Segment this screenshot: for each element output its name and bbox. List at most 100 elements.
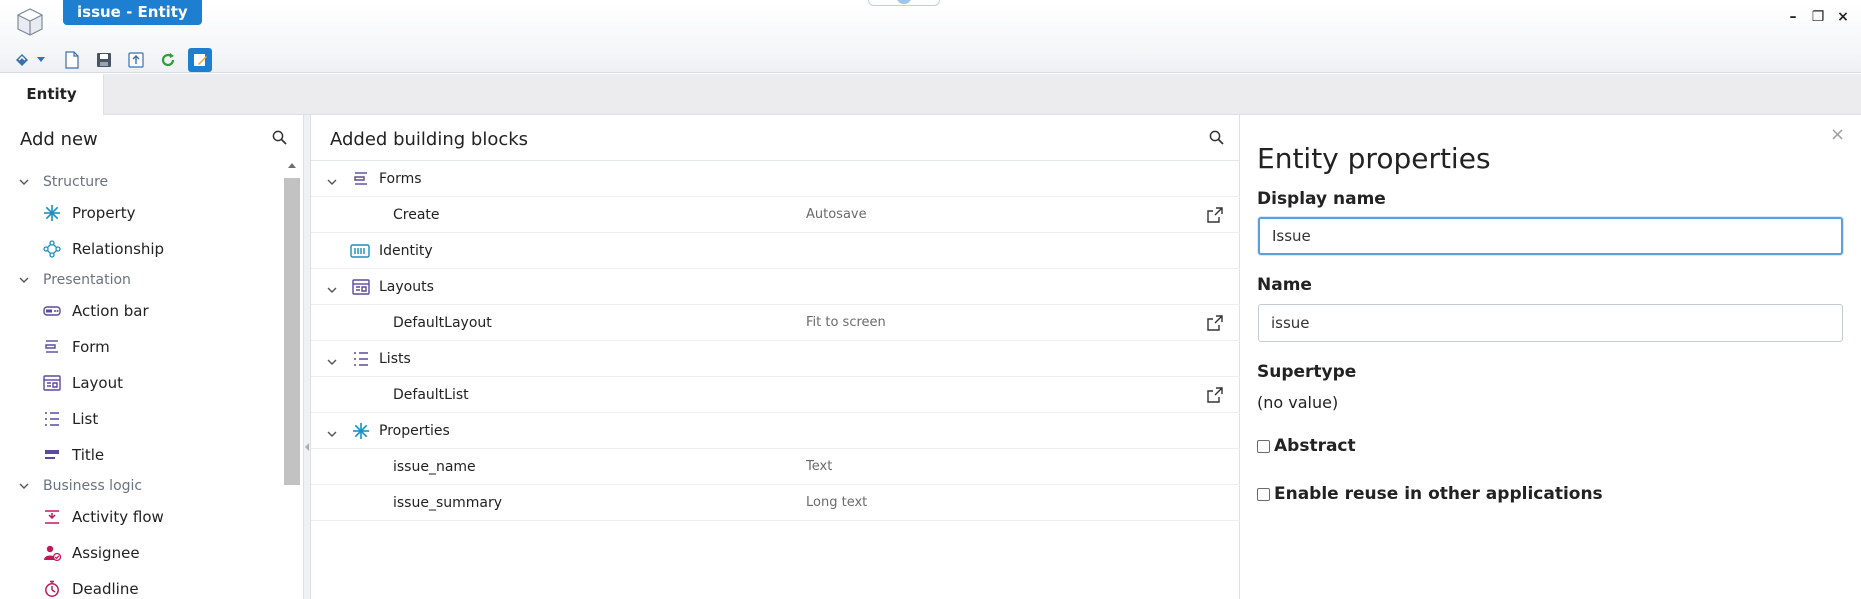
table-row[interactable]: issue_summary Long text xyxy=(311,485,1240,521)
row-label: Properties xyxy=(379,422,450,439)
group-structure[interactable]: Structure xyxy=(0,169,280,195)
add-title-item[interactable]: Title xyxy=(0,437,280,473)
minimize-button[interactable]: – xyxy=(1784,8,1802,26)
chevron-down-icon xyxy=(19,179,31,185)
group-label: Business logic xyxy=(43,478,143,494)
add-layout-item[interactable]: Layout xyxy=(0,365,280,401)
row-label: DefaultLayout xyxy=(393,314,492,331)
open-external-icon[interactable] xyxy=(1207,315,1223,331)
add-property-item[interactable]: Property xyxy=(0,195,280,231)
item-label: Activity flow xyxy=(72,508,164,526)
display-name-field[interactable] xyxy=(1258,217,1843,255)
close-window-button[interactable]: × xyxy=(1834,8,1852,26)
title-icon xyxy=(42,445,62,465)
supertype-value[interactable]: (no value) xyxy=(1257,393,1338,412)
scroll-up-icon[interactable] xyxy=(288,163,296,168)
abstract-checkbox[interactable]: Abstract xyxy=(1257,436,1356,456)
building-blocks-title: Added building blocks xyxy=(330,129,529,150)
assignee-icon xyxy=(42,543,62,563)
enable-reuse-checkbox[interactable]: Enable reuse in other applications xyxy=(1257,484,1603,504)
restore-button[interactable]: ❐ xyxy=(1809,8,1827,26)
table-row[interactable]: Forms xyxy=(311,161,1240,197)
name-field[interactable] xyxy=(1258,304,1843,342)
chevron-down-icon[interactable] xyxy=(327,173,339,189)
item-label: Layout xyxy=(72,374,123,392)
checkbox[interactable] xyxy=(1257,439,1270,453)
search-icon[interactable] xyxy=(1209,130,1224,149)
property-icon xyxy=(42,203,62,223)
table-row[interactable]: DefaultLayout Fit to screen xyxy=(311,305,1240,341)
row-value: Fit to screen xyxy=(806,315,886,330)
row-value: Text xyxy=(806,459,833,474)
group-presentation[interactable]: Presentation xyxy=(0,267,280,293)
dropdown-icon[interactable] xyxy=(36,48,46,72)
close-icon[interactable]: × xyxy=(1830,124,1845,145)
add-new-list: Structure Property Relationship Presenta… xyxy=(0,169,280,599)
open-external-icon[interactable] xyxy=(1207,387,1223,403)
row-label: issue_summary xyxy=(393,494,503,511)
group-label: Structure xyxy=(43,174,109,190)
group-business-logic[interactable]: Business logic xyxy=(0,473,280,499)
checkbox-label: Abstract xyxy=(1274,436,1356,456)
form-icon xyxy=(42,337,62,357)
scrollbar-thumb[interactable] xyxy=(284,178,300,485)
item-label: Title xyxy=(72,446,105,464)
table-row[interactable]: Lists xyxy=(311,341,1240,377)
relationship-icon xyxy=(42,239,62,259)
item-label: Deadline xyxy=(72,580,139,598)
checkbox[interactable] xyxy=(1257,487,1270,501)
chevron-down-icon[interactable] xyxy=(327,353,339,369)
row-label: Layouts xyxy=(379,278,434,295)
row-label: issue_name xyxy=(393,458,476,475)
toolbar xyxy=(10,47,220,73)
layout-icon xyxy=(351,277,371,297)
new-document-icon[interactable] xyxy=(60,48,84,72)
tab-strip: Entity xyxy=(0,74,1861,116)
add-relationship-item[interactable]: Relationship xyxy=(0,231,280,267)
save-icon[interactable] xyxy=(92,48,116,72)
add-list-item[interactable]: List xyxy=(0,401,280,437)
table-row[interactable]: Properties xyxy=(311,413,1240,449)
tab-entity[interactable]: Entity xyxy=(0,74,104,116)
table-row[interactable]: DefaultList xyxy=(311,377,1240,413)
supertype-label: Supertype xyxy=(1257,362,1357,382)
property-icon xyxy=(351,421,371,441)
building-blocks-panel: Added building blocks Forms Create Autos… xyxy=(311,115,1240,599)
title-bar: issue - Entity – ❐ × xyxy=(0,0,1861,73)
open-external-icon[interactable] xyxy=(1207,207,1223,223)
chevron-down-icon xyxy=(19,277,31,283)
drag-handle[interactable] xyxy=(868,0,940,6)
row-label: Identity xyxy=(379,242,433,259)
row-label: Forms xyxy=(379,170,422,187)
list-icon xyxy=(42,409,62,429)
table-row[interactable]: issue_name Text xyxy=(311,449,1240,485)
panel-title: Entity properties xyxy=(1257,142,1491,175)
left-scrollbar[interactable] xyxy=(283,163,301,599)
item-label: Action bar xyxy=(72,302,149,320)
identity-icon xyxy=(349,241,371,261)
add-deadline-item[interactable]: Deadline xyxy=(0,571,280,599)
search-icon[interactable] xyxy=(272,130,287,149)
panel-splitter[interactable] xyxy=(303,115,311,599)
deadline-icon xyxy=(42,579,62,599)
row-label: Lists xyxy=(379,350,411,367)
add-form-item[interactable]: Form xyxy=(0,329,280,365)
checkbox-label: Enable reuse in other applications xyxy=(1274,484,1603,504)
table-row[interactable]: Create Autosave xyxy=(311,197,1240,233)
export-icon[interactable] xyxy=(124,48,148,72)
add-new-panel: Add new Structure Property Relationship … xyxy=(0,115,303,599)
row-label: DefaultList xyxy=(393,386,469,403)
refresh-icon[interactable] xyxy=(156,48,180,72)
item-label: List xyxy=(72,410,99,428)
chevron-down-icon[interactable] xyxy=(327,425,339,441)
row-value: Long text xyxy=(806,495,868,510)
app-logo-icon xyxy=(16,7,44,37)
edit-icon[interactable] xyxy=(188,48,212,72)
add-action-bar-item[interactable]: Action bar xyxy=(0,293,280,329)
add-activity-flow-item[interactable]: Activity flow xyxy=(0,499,280,535)
chevron-down-icon[interactable] xyxy=(327,281,339,297)
table-row[interactable]: Identity xyxy=(311,233,1240,269)
back-icon[interactable] xyxy=(10,48,34,72)
add-assignee-item[interactable]: Assignee xyxy=(0,535,280,571)
table-row[interactable]: Layouts xyxy=(311,269,1240,305)
